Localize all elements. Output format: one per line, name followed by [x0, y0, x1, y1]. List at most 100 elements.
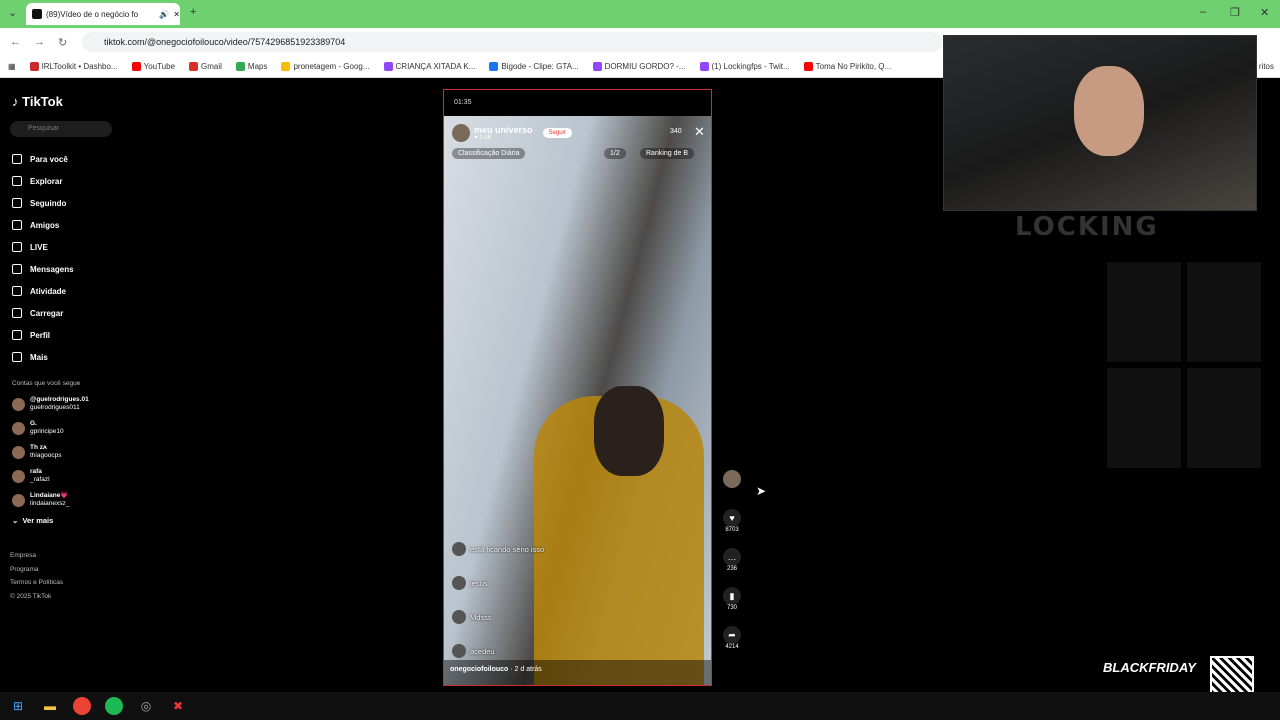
bookmark-favicon-icon — [803, 62, 813, 71]
bookmark-favicon-icon — [131, 62, 141, 71]
bookmark-item[interactable]: Bigode - Clipe: GTA... — [489, 62, 579, 71]
apps-icon[interactable]: ▦ — [8, 62, 16, 71]
bookmark-label: IRLToolkit • Dashbo... — [41, 62, 118, 71]
sidebar-item-label: Atividade — [30, 286, 67, 296]
bookmark-label: Toma No Pirikito, Q... — [815, 62, 892, 71]
live-host[interactable]: meu universo ♥ 2.0K Seguir — [452, 124, 572, 142]
main-nav: Para você Explorar Seguindo Amigos LIVE Mensa… — [12, 148, 74, 368]
close-window-icon[interactable]: ✕ — [1260, 6, 1269, 19]
more-icon — [12, 352, 22, 362]
bookmarks-overflow[interactable]: ritos — [1259, 62, 1280, 71]
search-input[interactable]: Pesquisar — [10, 121, 112, 137]
sidebar-item[interactable]: LIVE — [12, 236, 74, 258]
sidebar-item[interactable]: Mensagens — [12, 258, 74, 280]
avatar — [452, 644, 466, 658]
sidebar-item[interactable]: Mais — [12, 346, 74, 368]
host-avatar[interactable] — [452, 124, 470, 142]
bookmark-label: Gmail — [201, 62, 222, 71]
bookmark-item[interactable]: Gmail — [189, 62, 222, 71]
following-account[interactable]: Th ᴢᴀ thiagoocps — [12, 440, 89, 464]
file-explorer-icon[interactable]: ▬ — [41, 697, 59, 715]
chat-message: jesus — [452, 566, 612, 600]
sidebar-item[interactable]: Explorar — [12, 170, 74, 192]
avatar — [452, 610, 466, 624]
sidebar-item[interactable]: Para você — [12, 148, 74, 170]
bookmark-item[interactable]: Maps — [235, 62, 267, 71]
bookmark-item[interactable]: pronetagem - Goog... — [281, 62, 370, 71]
browser-tab-active[interactable]: (89)Vídeo de o negócio fo 🔊 ✕ — [26, 3, 180, 25]
reload-icon[interactable]: ↻ — [58, 36, 67, 49]
forward-icon[interactable]: → — [34, 36, 45, 48]
ranking-chip[interactable]: Ranking de B — [640, 148, 695, 159]
creator-avatar[interactable] — [720, 470, 744, 509]
tab-search-icon[interactable]: ⌄ — [8, 6, 17, 19]
back-icon[interactable]: ← — [10, 36, 21, 48]
windows-taskbar: ⊞ ▬ ◎ ✖ — [0, 692, 1280, 720]
app-icon[interactable]: ✖ — [169, 697, 187, 715]
tiktok-logo[interactable]: ♪ TikTok — [12, 94, 63, 109]
following-account[interactable]: Lindaiane💗 lindaianexsz_ — [12, 488, 89, 512]
sidebar-item-label: Seguindo — [30, 198, 67, 208]
host-follow-button[interactable]: Seguir — [542, 128, 572, 138]
spotify-icon[interactable] — [105, 697, 123, 715]
streamer-face — [1074, 66, 1144, 156]
bookmark-item[interactable]: DORMIU GORDO? -... — [592, 62, 686, 71]
chat-text: jesus — [470, 578, 488, 588]
comment-button[interactable]: … 236 — [720, 548, 744, 587]
url-input[interactable]: tiktok.com/@onegociofoilouco/video/75742… — [82, 32, 942, 52]
sidebar-item[interactable]: Perfil — [12, 324, 74, 346]
bookmark-favicon-icon — [281, 62, 291, 71]
following-account[interactable]: rafa _rafazl — [12, 464, 89, 488]
heart-icon: ♥ — [723, 509, 741, 527]
host-likes: ♥ 2.0K — [474, 134, 492, 141]
obs-icon[interactable]: ◎ — [137, 697, 155, 715]
uploader-name[interactable]: onegociofoilouco — [450, 666, 508, 673]
brand-overlay: LOCKING — [1015, 212, 1159, 242]
video-person-hair — [594, 386, 664, 476]
sidebar-item[interactable]: Seguindo — [12, 192, 74, 214]
close-live-icon[interactable]: ✕ — [694, 124, 705, 140]
sidebar-item-label: Para você — [30, 154, 68, 164]
restore-icon[interactable]: ❐ — [1230, 6, 1240, 19]
tiktok-favicon-icon — [32, 9, 42, 19]
bookmark-label: DORMIU GORDO? -... — [604, 62, 686, 71]
new-tab-icon[interactable]: + — [190, 6, 196, 18]
sidebar-item[interactable]: Atividade — [12, 280, 74, 302]
host-name: meu universo — [474, 124, 533, 135]
save-button[interactable]: ▮ 730 — [720, 587, 744, 626]
chat-message: está ficando sério isso — [452, 532, 612, 566]
following-account[interactable]: @guelrodrigues.01 guelrodrigues011 — [12, 392, 89, 416]
bookmark-favicon-icon — [699, 62, 709, 71]
daily-ranking-chip[interactable]: Classificação Diária — [452, 148, 526, 159]
sidebar-item[interactable]: Carregar — [12, 302, 74, 324]
account-name: Th ᴢᴀ — [30, 444, 47, 451]
following-account[interactable]: G. gprincipe10 — [12, 416, 89, 440]
bookmark-item[interactable]: YouTube — [131, 62, 175, 71]
bookmark-item[interactable]: (1) Lockingfps - Twit... — [699, 62, 790, 71]
browser-tab-bar: ⌄ (89)Vídeo de o negócio fo 🔊 ✕ + – ❐ ✕ — [0, 0, 1280, 28]
close-tab-icon[interactable]: ✕ — [173, 10, 180, 19]
footer-link[interactable]: Programa — [10, 563, 63, 577]
bookmark-item[interactable]: Toma No Pirikito, Q... — [803, 62, 892, 71]
video-player[interactable]: 01:35 meu universo ♥ 2.0K Seguir 340 ✕ C… — [443, 89, 712, 686]
like-button[interactable]: ♥ 8703 — [720, 509, 744, 548]
windows-start-icon[interactable]: ⊞ — [9, 697, 27, 715]
page-indicator: 1/2 — [604, 148, 626, 159]
see-more-link[interactable]: ⌄ Ver mais — [12, 516, 53, 525]
sidebar-item[interactable]: Amigos — [12, 214, 74, 236]
share-button[interactable]: ➦ 4214 — [720, 626, 744, 665]
bookmark-item[interactable]: IRLToolkit • Dashbo... — [29, 62, 118, 71]
footer-link[interactable]: Termos e Políticas — [10, 576, 63, 590]
tab-title: (89)Vídeo de o negócio fo — [46, 9, 139, 19]
account-name: Lindaiane💗 — [30, 492, 69, 499]
footer-link[interactable]: Empresa — [10, 549, 63, 563]
chrome-icon[interactable] — [73, 697, 91, 715]
account-handle: gprincipe10 — [30, 428, 64, 435]
bookmark-item[interactable]: CRIANÇA XITADA K... — [383, 62, 475, 71]
footer-link: © 2025 TikTok — [10, 592, 52, 600]
minimize-icon[interactable]: – — [1200, 6, 1206, 18]
bookmark-favicon-icon — [235, 62, 245, 71]
avatar — [452, 576, 466, 590]
account-name: G. — [30, 420, 37, 427]
speaker-icon[interactable]: 🔊 — [159, 10, 169, 19]
